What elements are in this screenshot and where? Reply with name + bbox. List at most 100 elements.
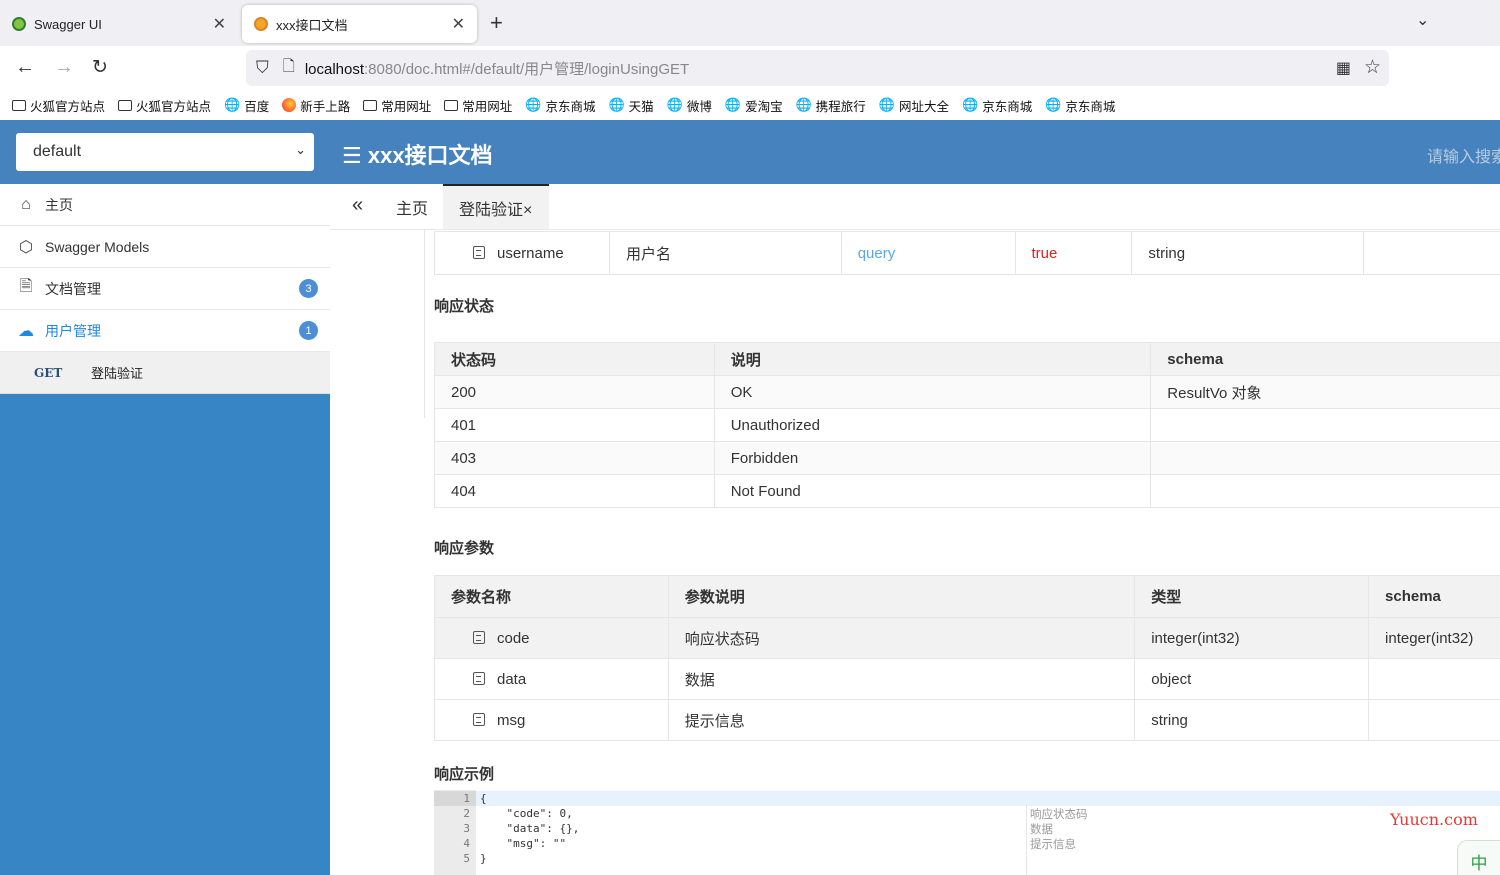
globe-icon: 🌐 [224,97,241,112]
browser-tab-title: Swagger UI [34,16,102,32]
column-header: 类型 [1134,575,1370,618]
bookmark-item[interactable]: 🌐 京东商城 [962,96,1032,115]
table-cell: integer(int32) [1368,617,1500,659]
column-header: 说明 [713,342,1152,376]
sidebar-item-swagger-models[interactable]: ⬡ Swagger Models [0,226,330,268]
back-arrow-icon[interactable]: ← [15,56,35,79]
collapse-sidebar-icon[interactable]: « [352,194,363,217]
reload-icon[interactable]: ↻ [92,56,108,79]
param-name: username [497,244,564,262]
count-badge: 1 [299,321,318,340]
bookmark-item[interactable]: 常用网址 [363,96,431,115]
watermark: Yuucn.com [1390,810,1478,829]
bookmark-item[interactable]: 火狐官方站点 [12,96,105,115]
bookmark-item[interactable]: 🌐 百度 [224,96,269,115]
forward-arrow-icon[interactable]: → [54,56,74,79]
table-cell: ResultVo 对象 [1150,375,1500,409]
table-cell: Not Found [713,474,1152,508]
new-tab-plus-icon[interactable]: + [490,10,503,36]
firefox-icon [282,98,297,112]
close-tab-icon[interactable]: ✕ [213,14,226,34]
sidebar-menu: ⌂ 主页 ⬡ Swagger Models 🗎 文档管理 3 ☁ 用户管理 1 … [0,184,330,394]
bookmark-item[interactable]: 🌐 微博 [667,96,712,115]
code-comment: 数据 [1030,822,1053,836]
bookmark-item[interactable]: 🌐 天猫 [608,96,653,115]
menu-toggle-icon[interactable]: ☰ [342,143,368,168]
folder-icon [12,99,26,111]
table-cell [1150,408,1500,442]
bookmark-label: 京东商城 [982,99,1033,114]
shield-icon[interactable]: ⛉ [256,58,269,78]
url-path: :8080/doc.html#/default/用户管理/loginUsingG… [364,60,690,78]
document-icon: 🗎 [19,278,33,295]
bookmark-star-icon[interactable]: ☆ [1364,56,1381,79]
table-cell: code [434,617,669,659]
bookmark-label: 京东商城 [545,99,596,114]
param-desc: 用户名 [608,231,842,275]
url-bar[interactable]: ⛉ 🗋 localhost:8080/doc.html#/default/用户管… [246,50,1389,86]
bookmark-item[interactable]: 🌐 爱淘宝 [725,96,783,115]
bookmark-item[interactable]: 🌐 京东商城 [525,96,595,115]
bookmark-item[interactable]: 常用网址 [444,96,512,115]
table-cell: data [434,658,669,700]
url-text[interactable]: localhost:8080/doc.html#/default/用户管理/lo… [305,58,689,79]
browser-tab-swagger-ui[interactable]: Swagger UI ✕ [0,5,238,43]
table-row: username 用户名 query true string [434,231,1500,275]
globe-icon: 🌐 [724,97,742,112]
browser-tab-api-doc[interactable]: xxx接口文档 ✕ [242,5,477,43]
home-icon: ⌂ [21,195,31,213]
qr-code-icon[interactable]: ▦ [1336,58,1351,78]
globe-icon: 🌐 [1045,97,1062,112]
close-tab-icon[interactable]: ✕ [452,14,465,34]
sidebar-item-home[interactable]: ⌂ 主页 [0,184,330,226]
bookmark-item[interactable]: 新手上路 [282,96,350,115]
sidebar: ⌂ 主页 ⬡ Swagger Models 🗎 文档管理 3 ☁ 用户管理 1 … [0,184,330,875]
sidebar-item-user-management[interactable]: ☁ 用户管理 1 [0,310,330,352]
table-cell: 数据 [667,658,1136,700]
column-header: schema [1368,575,1500,618]
table-cell: 404 [434,474,715,508]
bookmark-item[interactable]: 🌐 京东商城 [1045,96,1115,115]
active-line-highlight [476,791,1500,806]
comment-column-divider [1026,805,1027,875]
table-cell [1368,699,1500,741]
tab-list-chevron-icon[interactable]: ⌄ [1416,10,1429,30]
sidebar-item-doc-management[interactable]: 🗎 文档管理 3 [0,268,330,310]
response-status-title: 响应状态 [434,298,495,315]
code-comment: 响应状态码 [1030,807,1088,821]
line-number: 1 [463,792,470,805]
browser-tab-bar: Swagger UI ✕ xxx接口文档 ✕ + ⌄ [0,0,1500,46]
bookmark-item[interactable]: 🌐 网址大全 [879,96,949,115]
column-header: 状态码 [434,342,715,376]
code-line: "msg": "" [480,837,567,850]
table-cell: OK [713,375,1152,409]
table-row: 200 OK ResultVo 对象 [434,375,1500,409]
code-line: { [480,792,487,805]
bookmark-label: 常用网址 [462,99,513,114]
url-host: localhost [304,60,365,78]
cube-icon: ⬡ [19,238,33,256]
column-header: schema [1150,342,1500,376]
search-input[interactable]: 请输入搜索 [1427,143,1500,167]
line-number: 2 [463,807,470,820]
doc-favicon-icon [254,17,268,31]
group-select[interactable]: default ⌄ [16,133,314,171]
ime-indicator[interactable]: 中 [1457,840,1500,875]
bookmark-label: 京东商城 [1065,99,1116,114]
response-params-title: 响应参数 [434,540,495,557]
bookmark-label: 携程旅行 [815,99,866,114]
tab-login[interactable]: 登陆验证× [443,184,549,229]
line-number: 3 [463,822,470,835]
code-comment: 提示信息 [1030,837,1076,851]
sidebar-subitem-login[interactable]: GET 登陆验证 [0,352,330,394]
page-info-icon[interactable]: 🗋 [283,56,295,81]
bookmark-item[interactable]: 🌐 携程旅行 [796,96,866,115]
table-cell: 提示信息 [667,699,1136,741]
tab-home[interactable]: 主页 [396,184,428,229]
param-in: query [840,231,1016,275]
code-editor[interactable]: 1 {2 "code": 0, 3 "data": {}, 4 "msg": "" 5}… [434,790,1500,875]
column-header: 参数说明 [667,575,1136,618]
table-header-row: 参数名称 参数说明 类型 schema [434,575,1500,618]
bookmark-item[interactable]: 火狐官方站点 [118,96,211,115]
param-name: data [497,670,527,688]
